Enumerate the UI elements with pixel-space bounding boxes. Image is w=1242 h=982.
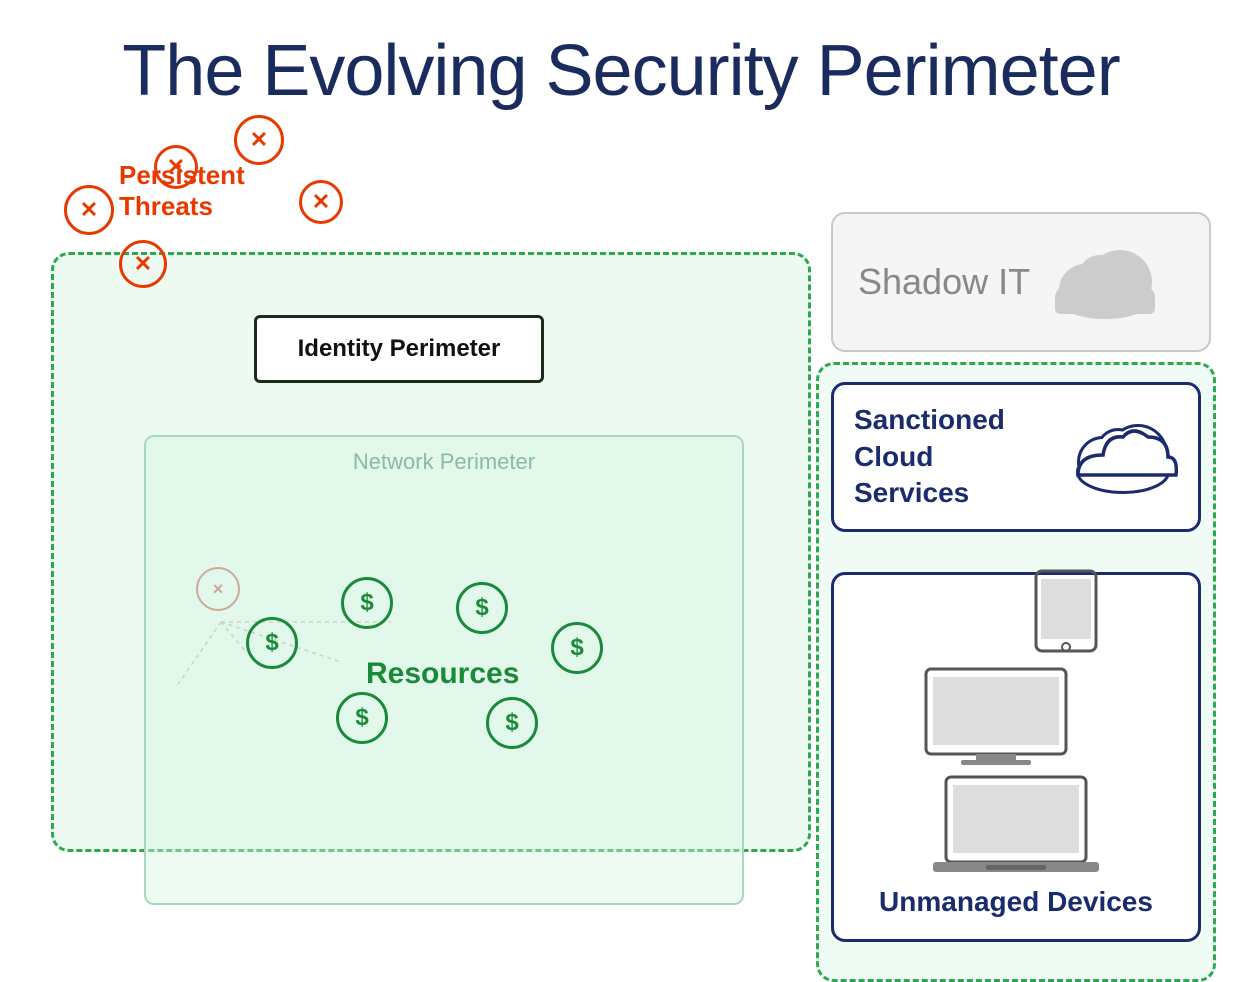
tablet-icon (1031, 569, 1101, 659)
resource-dollar-5: $ (336, 692, 388, 744)
cloud-blue-icon (1068, 417, 1178, 497)
resource-dollar-2: $ (341, 577, 393, 629)
persistent-threats-label: PersistentThreats (119, 160, 245, 222)
unmanaged-devices-box: Unmanaged Devices (831, 572, 1201, 942)
outer-green-container: Network Perimeter × $ $ $ $ $ $ Resource… (51, 252, 811, 852)
resource-dollar-6: $ (486, 697, 538, 749)
network-perimeter-label: Network Perimeter (353, 449, 535, 475)
resource-dollar-1: $ (246, 617, 298, 669)
monitor-icon (921, 667, 1071, 767)
threat-icon-3: ✕ (234, 115, 284, 165)
identity-perimeter-box: Identity Perimeter (254, 315, 544, 383)
resource-dollar-4: $ (551, 622, 603, 674)
faded-threat-icon: × (196, 567, 240, 611)
threat-icon-5: ✕ (119, 240, 167, 288)
shadow-it-label: Shadow IT (858, 261, 1030, 303)
resources-label: Resources (366, 657, 519, 691)
unmanaged-devices-label: Unmanaged Devices (879, 885, 1153, 919)
laptop-icon (931, 775, 1101, 875)
shadow-it-box: Shadow IT (831, 212, 1211, 352)
threats-area: ✕ ✕ ✕ ✕ ✕ PersistentThreats (59, 95, 339, 315)
sanctioned-cloud-label: Sanctioned Cloud Services (854, 402, 1053, 511)
diagram-area: Network Perimeter × $ $ $ $ $ $ Resource… (21, 132, 1221, 912)
cloud-gray-icon (1045, 242, 1165, 322)
threat-icon-1: ✕ (64, 185, 114, 235)
network-perimeter-box: Network Perimeter × $ $ $ $ $ $ Resource… (144, 435, 744, 905)
sanctioned-cloud-box: Sanctioned Cloud Services (831, 382, 1201, 532)
resource-dollar-3: $ (456, 582, 508, 634)
identity-perimeter-label: Identity Perimeter (298, 335, 501, 363)
devices-container (931, 569, 1101, 875)
threat-icon-4: ✕ (299, 180, 343, 224)
